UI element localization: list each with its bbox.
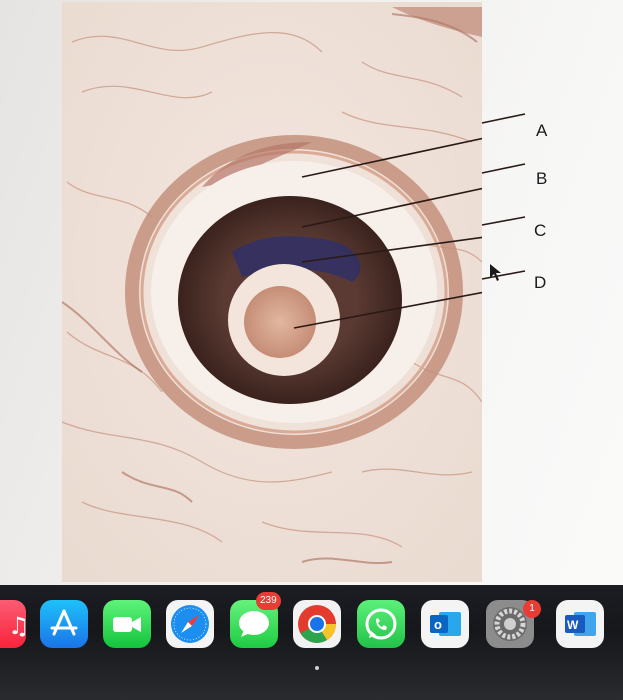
label-d: D: [534, 273, 547, 292]
outlook-icon[interactable]: o: [421, 600, 469, 648]
safari-icon[interactable]: [166, 600, 214, 648]
chrome-running-indicator: [315, 666, 319, 670]
dock: ♫ 239 o 1 W: [0, 592, 623, 670]
chrome-icon[interactable]: [293, 600, 341, 648]
label-c: C: [534, 221, 547, 240]
facetime-icon[interactable]: [103, 600, 151, 648]
label-a: A: [536, 121, 548, 140]
system-preferences-badge: 1: [523, 600, 541, 618]
mouse-cursor: [490, 264, 501, 281]
svg-text:W: W: [567, 618, 579, 632]
app-store-icon[interactable]: [40, 600, 88, 648]
messages-badge: 239: [256, 592, 281, 610]
svg-text:♫: ♫: [8, 612, 26, 640]
svg-text:o: o: [434, 617, 442, 632]
label-b: B: [536, 169, 548, 188]
word-icon[interactable]: W: [556, 600, 604, 648]
music-app-icon[interactable]: ♫: [0, 600, 30, 648]
label-lines: [481, 113, 526, 281]
whatsapp-icon[interactable]: [357, 600, 405, 648]
